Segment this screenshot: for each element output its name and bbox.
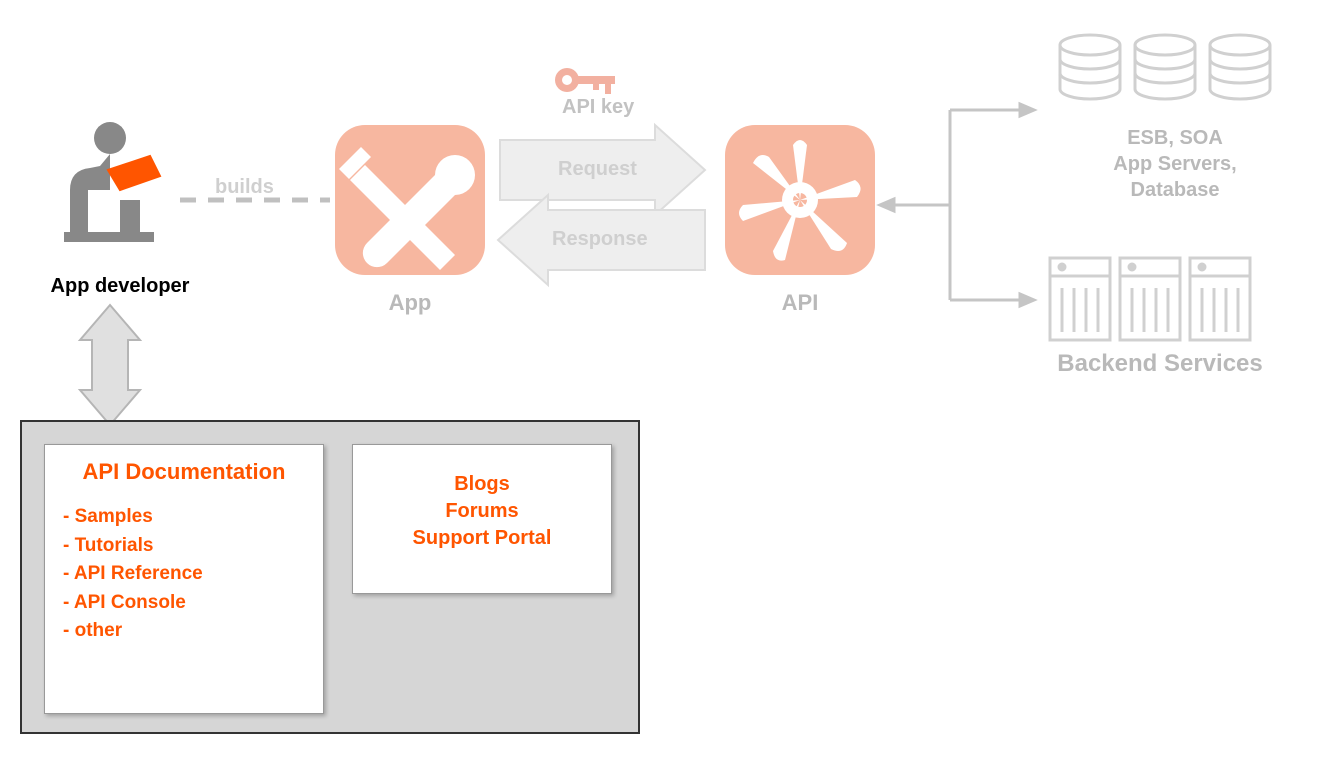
- api-documentation-card: API Documentation - Samples - Tutorials …: [44, 444, 324, 714]
- developer-portal-arrow: [80, 305, 140, 425]
- app-label: App: [360, 290, 460, 316]
- response-label: Response: [552, 228, 648, 251]
- api-backend-connector: [880, 104, 1034, 306]
- doc-item: - Tutorials: [63, 532, 305, 561]
- apikey-label: API key: [562, 96, 634, 119]
- database-icon: [1060, 35, 1270, 99]
- backend-services-label: Backend Services: [1020, 350, 1300, 378]
- backend-db-label: ESB, SOA App Servers, Database: [1060, 125, 1290, 203]
- doc-item: - API Console: [63, 589, 305, 618]
- doc-item: - Samples: [63, 503, 305, 532]
- builds-label: builds: [215, 176, 274, 199]
- app-icon: [335, 125, 485, 275]
- community-line: Blogs: [371, 471, 593, 498]
- api-label: API: [760, 290, 840, 316]
- backend-line3: Database: [1060, 177, 1290, 203]
- doc-item: - API Reference: [63, 560, 305, 589]
- developer-label: App developer: [40, 275, 200, 298]
- server-icon: [1050, 258, 1250, 340]
- doc-item: - other: [63, 617, 305, 646]
- backend-line2: App Servers,: [1060, 151, 1290, 177]
- request-label: Request: [558, 158, 637, 181]
- community-line: Support Portal: [371, 525, 593, 552]
- community-line: Forums: [371, 498, 593, 525]
- api-icon: [725, 125, 875, 275]
- developer-icon: [64, 122, 160, 242]
- api-documentation-title: API Documentation: [63, 459, 305, 485]
- key-icon: [555, 68, 615, 94]
- api-documentation-list: - Samples - Tutorials - API Reference - …: [63, 503, 305, 646]
- developer-portal-panel: API Documentation - Samples - Tutorials …: [20, 420, 640, 734]
- community-card: Blogs Forums Support Portal: [352, 444, 612, 594]
- backend-line1: ESB, SOA: [1060, 125, 1290, 151]
